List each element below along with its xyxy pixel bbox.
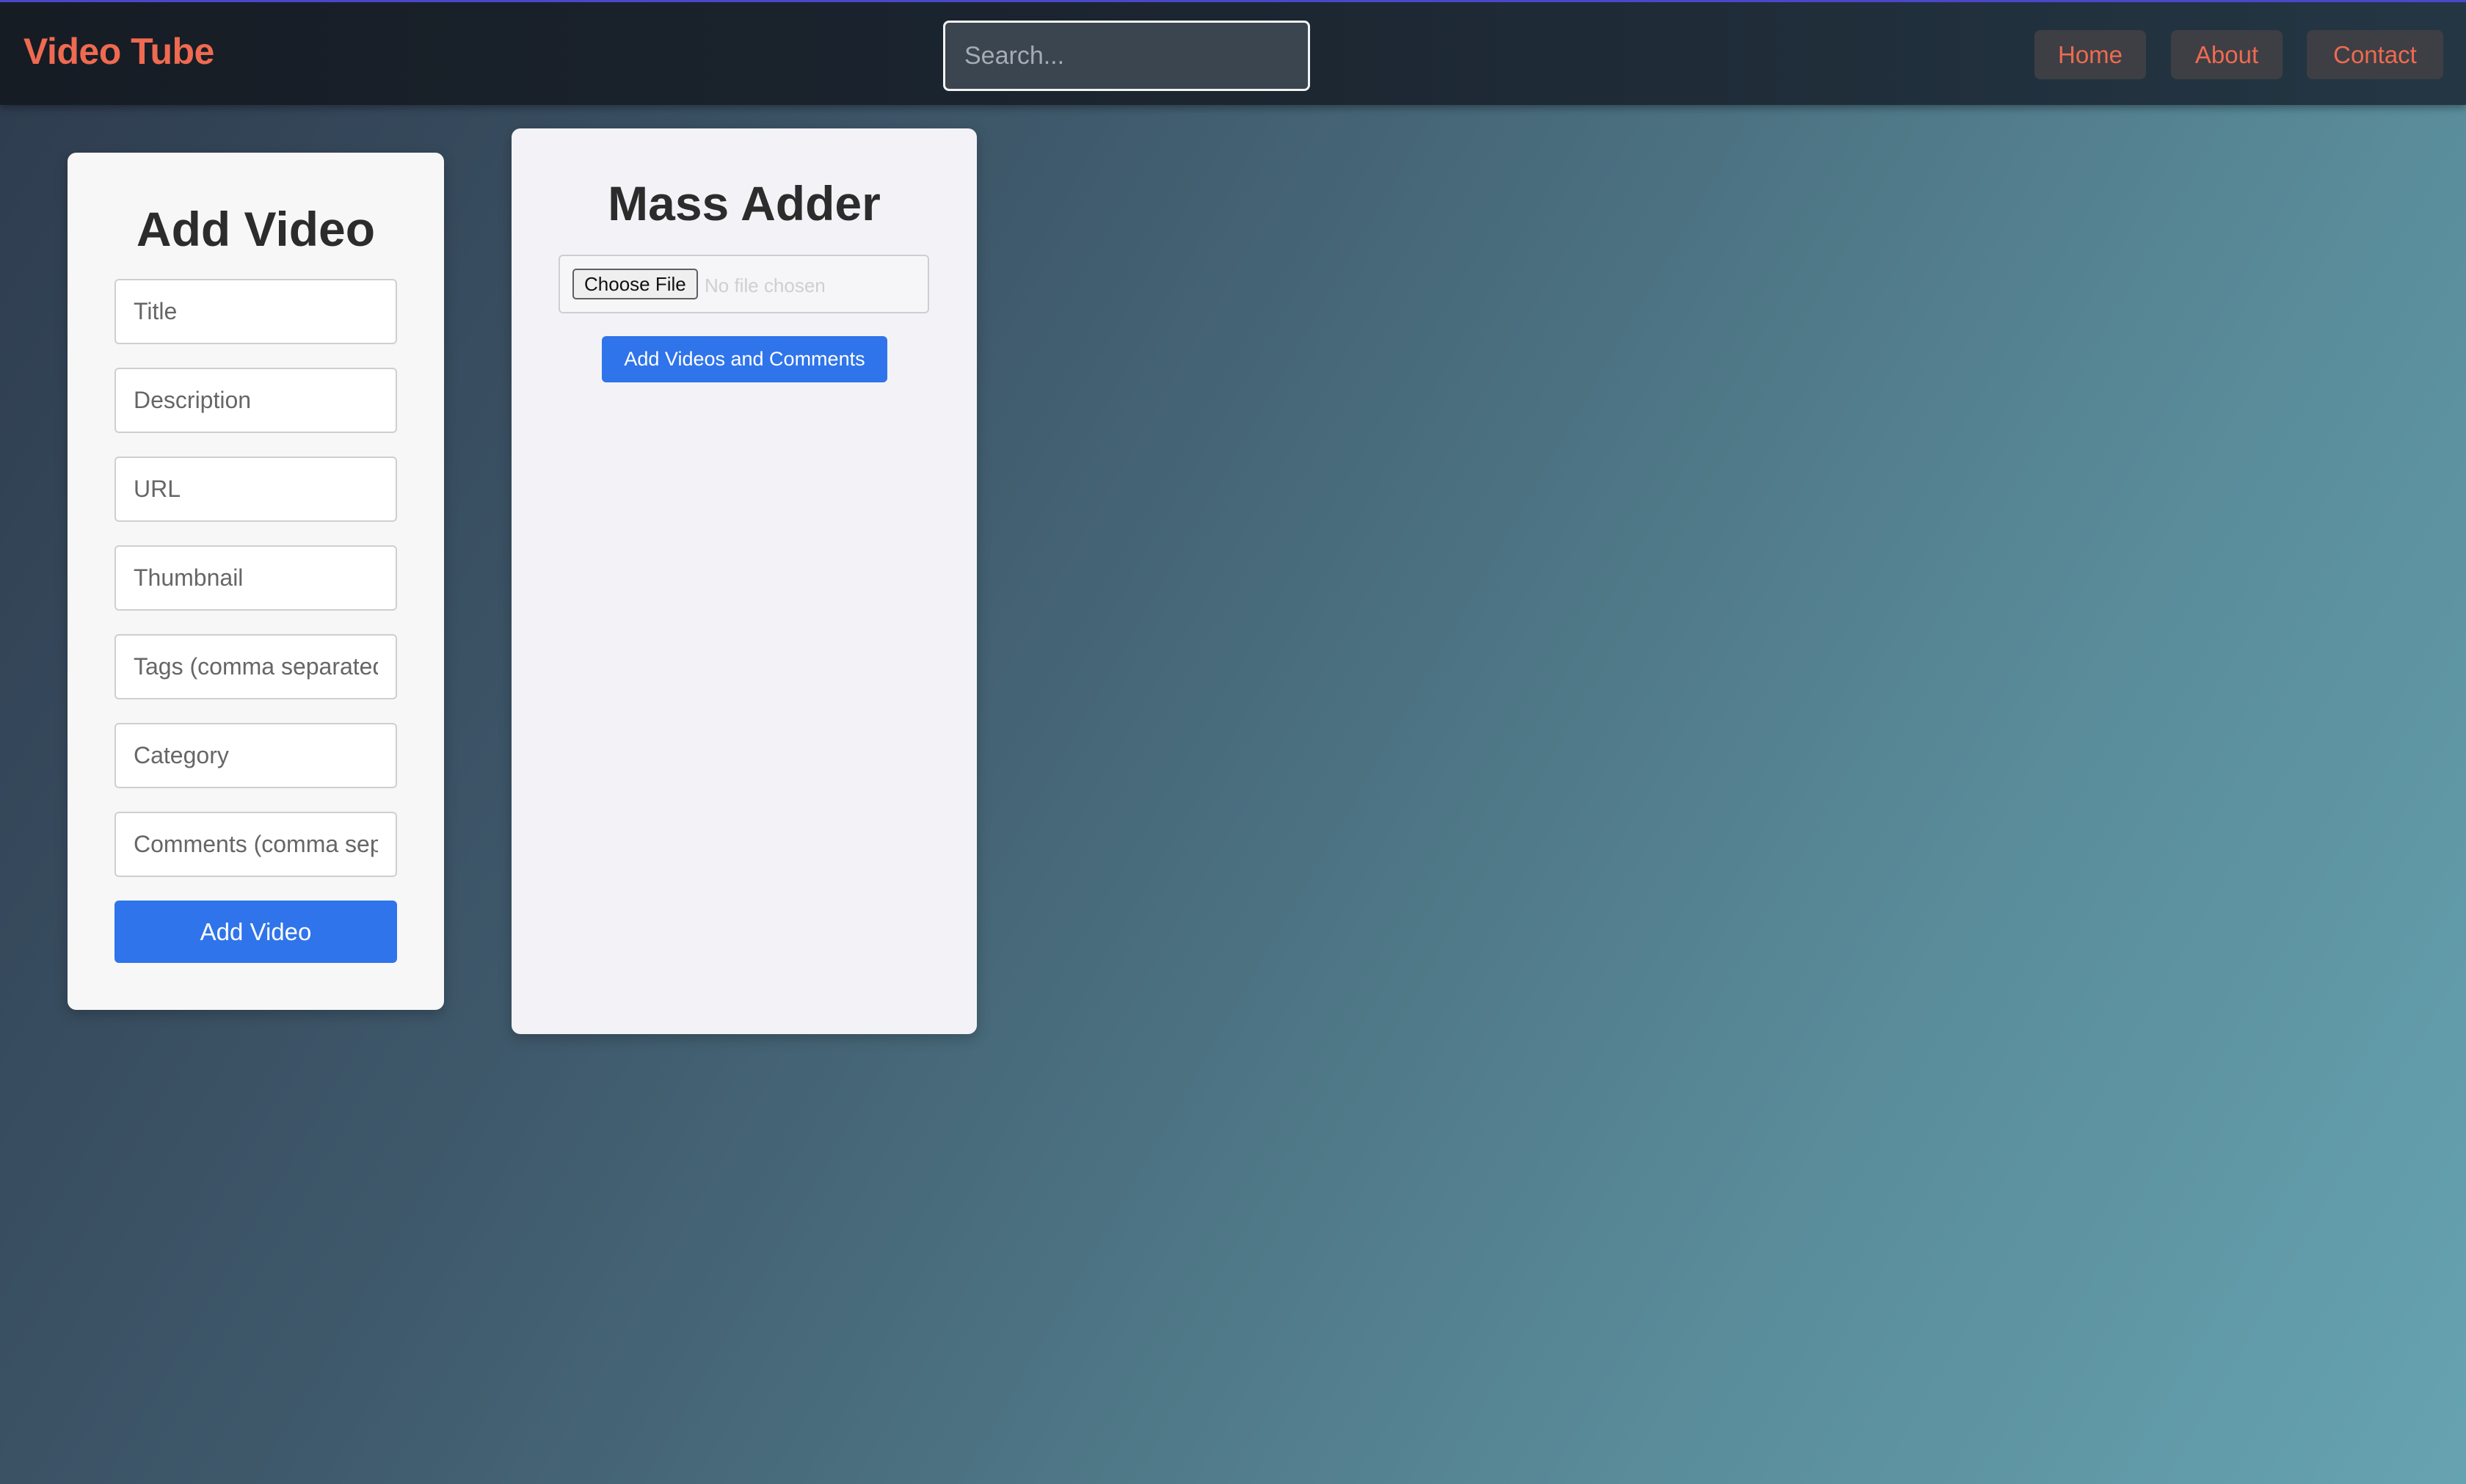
nav-home-button[interactable]: Home xyxy=(2034,30,2146,79)
add-videos-and-comments-button[interactable]: Add Videos and Comments xyxy=(602,336,887,382)
nav-contact-button[interactable]: Contact xyxy=(2307,30,2443,79)
tags-field[interactable] xyxy=(114,634,397,699)
add-video-card: Add Video Add Video xyxy=(68,153,444,1010)
comments-field[interactable] xyxy=(114,812,397,877)
thumbnail-field[interactable] xyxy=(114,545,397,611)
file-status-text: No file chosen xyxy=(705,274,826,297)
mass-adder-title: Mass Adder xyxy=(608,176,881,230)
brand-logo[interactable]: Video Tube xyxy=(23,30,214,73)
description-field[interactable] xyxy=(114,368,397,433)
add-video-title: Add Video xyxy=(136,202,376,256)
mass-adder-card: Mass Adder Choose File No file chosen Ad… xyxy=(512,128,977,1034)
search-input[interactable] xyxy=(943,21,1310,91)
category-field[interactable] xyxy=(114,723,397,788)
file-input[interactable]: Choose File No file chosen xyxy=(559,255,929,313)
nav-about-button[interactable]: About xyxy=(2171,30,2283,79)
choose-file-button[interactable]: Choose File xyxy=(572,269,698,299)
top-navbar: Video Tube Home About Contact xyxy=(0,0,2466,105)
url-field[interactable] xyxy=(114,457,397,522)
title-field[interactable] xyxy=(114,279,397,344)
add-video-button[interactable]: Add Video xyxy=(114,901,397,963)
